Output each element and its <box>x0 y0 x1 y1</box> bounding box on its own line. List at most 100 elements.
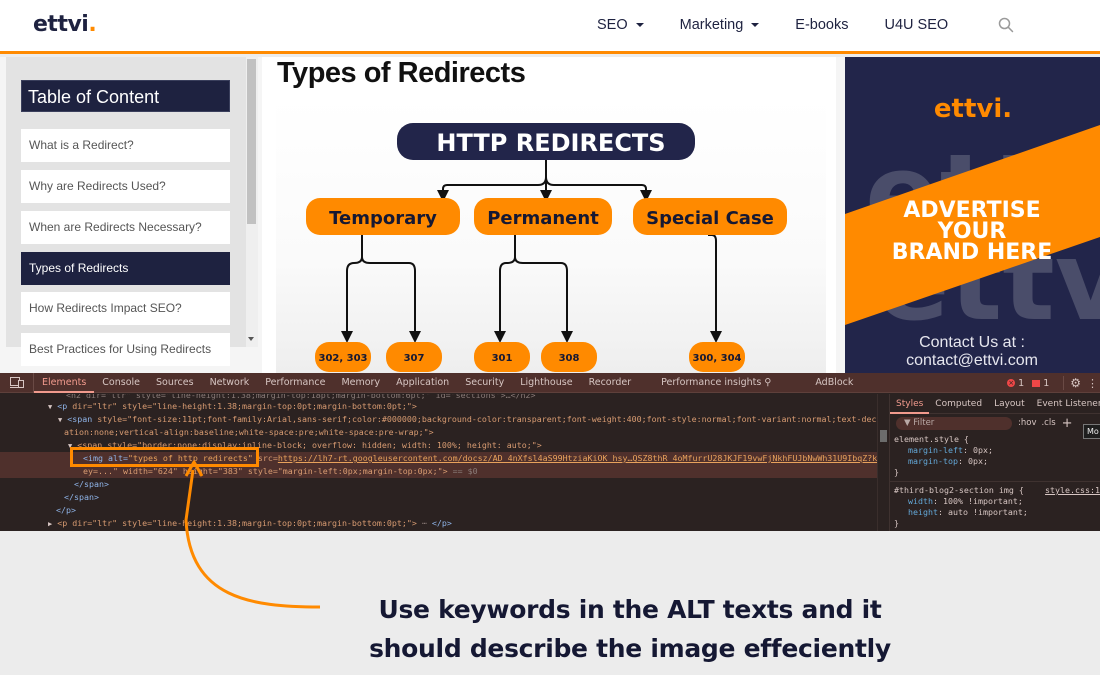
dom-tree-scrollbar[interactable] <box>877 394 888 531</box>
ad-headline: BRAND HERE <box>892 240 1052 265</box>
redirects-diagram-image: HTTP REDIRECTS Temporary Permanent Speci… <box>276 97 826 373</box>
toc-item-seo-impact[interactable]: How Redirects Impact SEO? <box>21 292 230 325</box>
selected-node-marker: == $0 <box>447 466 478 476</box>
nav-label: SEO <box>597 17 628 33</box>
logo-dot: . <box>88 12 97 37</box>
css-value[interactable]: 0px; <box>973 445 993 455</box>
nav-item-marketing[interactable]: Marketing <box>680 17 760 33</box>
expand-triangle-icon[interactable]: ▼ <box>48 403 52 411</box>
css-value[interactable]: 0px; <box>968 456 988 466</box>
error-icon: × <box>1007 379 1016 387</box>
more-options-icon[interactable]: ⋮ <box>1087 377 1098 390</box>
css-prop[interactable]: margin-left <box>894 445 963 455</box>
devtools-tab-console[interactable]: Console <box>94 373 148 393</box>
toc-item-why-redirects[interactable]: Why are Redirects Used? <box>21 170 230 203</box>
search-icon[interactable] <box>998 17 1014 33</box>
diagram-code-label: 307 <box>404 353 425 364</box>
rule-source-link[interactable]: style.css:1 <box>1045 485 1100 496</box>
issue-icon <box>1032 379 1041 387</box>
styles-tab-styles[interactable]: Styles <box>890 394 930 414</box>
tab-label: Performance insights <box>661 376 762 388</box>
tag-name: <span <box>67 414 93 424</box>
devtools-tab-memory[interactable]: Memory <box>333 373 388 393</box>
site-logo[interactable]: ettvi. <box>33 12 97 37</box>
style-rule-third-blog2: #third-blog2-section img { style.css:1 w… <box>890 485 1100 529</box>
ellipsis-icon[interactable]: ⋯ <box>422 518 427 528</box>
dom-close-span[interactable]: </span> <box>74 478 109 491</box>
toc-item-what-is-redirect[interactable]: What is a Redirect? <box>21 129 230 162</box>
issue-counter[interactable]: 1 <box>1032 378 1049 389</box>
ad-contact-email[interactable]: contact@ettvi.com <box>906 352 1038 369</box>
hov-toggle[interactable]: :hov <box>1018 418 1036 428</box>
scroll-down-arrow-icon[interactable] <box>248 337 254 341</box>
rule-close: } <box>894 467 899 477</box>
styles-tab-event-listeners[interactable]: Event Listeners <box>1031 394 1100 414</box>
style-rule-element: element.style { margin-left: 0px; margin… <box>890 434 1100 478</box>
devtools-tab-network[interactable]: Network <box>202 373 258 393</box>
css-prop[interactable]: width <box>894 496 933 506</box>
expand-triangle-icon[interactable]: ▼ <box>58 416 62 424</box>
devtools-tab-sources[interactable]: Sources <box>148 373 202 393</box>
devtools-tab-recorder[interactable]: Recorder <box>581 373 640 393</box>
dom-node-span[interactable]: ▼ <span style="font-size:11pt;font-famil… <box>58 413 877 426</box>
styles-filter-input[interactable]: ▼ Filter <box>896 416 1012 430</box>
styles-tab-layout[interactable]: Layout <box>988 394 1031 414</box>
tag-attrs: <p dir="ltr" style="line-height:1.38;mar… <box>57 518 417 528</box>
dom-node-p[interactable]: ▼ <p dir="ltr" style="line-height:1.38;m… <box>48 400 417 413</box>
ad-graphic: ettvi. ettvi. ettvi. ADVERTISE YOUR BRAN… <box>845 94 1100 369</box>
settings-gear-icon[interactable]: ⚙ <box>1070 376 1081 390</box>
cls-toggle[interactable]: .cls <box>1041 418 1055 428</box>
rule-close: } <box>894 518 899 528</box>
dom-scroll-thumb[interactable] <box>880 430 887 442</box>
site-header: ettvi. SEO Marketing E-books U4U SEO <box>0 0 1100 54</box>
device-toolbar-toggle[interactable] <box>0 372 34 393</box>
css-value[interactable]: 100% !important; <box>943 496 1023 506</box>
main-nav: SEO Marketing E-books U4U SEO <box>597 17 984 33</box>
css-prop[interactable]: margin-top <box>894 456 958 466</box>
devtools-tab-elements[interactable]: Elements <box>34 373 95 393</box>
diagram-code-label: 302, 303 <box>318 353 367 364</box>
dom-close-span[interactable]: </span> <box>64 491 99 504</box>
devtools-tab-adblock[interactable]: AdBlock <box>807 373 861 393</box>
styles-tab-computed[interactable]: Computed <box>929 394 988 414</box>
chevron-down-icon <box>635 23 644 27</box>
css-prop[interactable]: height <box>894 507 938 517</box>
toc-item-best-practices[interactable]: Best Practices for Using Redirects <box>21 333 230 366</box>
diagram-connectors <box>341 160 722 343</box>
devtools-tab-lighthouse[interactable]: Lighthouse <box>512 373 580 393</box>
css-value[interactable]: auto !important; <box>948 507 1028 517</box>
diagram-label-temporary: Temporary <box>329 208 437 229</box>
devtools-tab-performance-insights[interactable]: Performance insights ⚲ <box>653 373 779 393</box>
error-counter[interactable]: × 1 <box>1007 378 1024 389</box>
devtools-tab-security[interactable]: Security <box>457 373 512 393</box>
issue-count: 1 <box>1043 377 1050 389</box>
expand-triangle-icon[interactable]: ▶ <box>48 520 52 528</box>
rule-divider <box>890 481 1100 482</box>
dom-close-p[interactable]: </p> <box>56 504 76 517</box>
device-mode-icon <box>9 377 24 388</box>
diagram-root-label: HTTP REDIRECTS <box>436 129 665 157</box>
new-style-rule-icon[interactable]: + <box>1062 416 1073 431</box>
tooltip: Mo <box>1083 424 1100 439</box>
nav-item-ebooks[interactable]: E-books <box>795 17 848 33</box>
toc-scroll-thumb[interactable] <box>247 59 256 224</box>
table-of-contents: Table of Content What is a Redirect? Why… <box>6 57 246 366</box>
advertisement-banner[interactable]: ettvi. ettvi. ettvi. ADVERTISE YOUR BRAN… <box>845 57 1100 373</box>
caption-line: should describe the image effeciently <box>369 634 891 663</box>
tag-close: </p> <box>431 518 452 528</box>
dom-node-next-p[interactable]: ▶ <p dir="ltr" style="line-height:1.38;m… <box>48 517 452 530</box>
tag-attrs: dir="ltr" style="line-height:1.38;margin… <box>67 401 417 411</box>
toc-item-types-of-redirects[interactable]: Types of Redirects <box>21 252 230 285</box>
toc-item-when-necessary[interactable]: When are Redirects Necessary? <box>21 211 230 244</box>
img-attrs: ey=..." width="624" height="383" style="… <box>83 466 448 476</box>
nav-item-u4u-seo[interactable]: U4U SEO <box>885 17 949 33</box>
img-src-link[interactable]: https://lh7-rt.googleusercontent.com/doc… <box>278 453 877 463</box>
article: Types of Redirects HTTP REDIRECTS Tempor… <box>262 57 836 373</box>
devtools-tab-application[interactable]: Application <box>388 373 457 393</box>
toc-scrollbar[interactable] <box>246 57 258 347</box>
devtools-tab-performance[interactable]: Performance <box>257 373 333 393</box>
nav-item-seo[interactable]: SEO <box>597 17 644 33</box>
nav-label: Marketing <box>679 17 744 33</box>
tag-name: <p <box>57 401 68 411</box>
devtools-toolbar: Elements Console Sources Network Perform… <box>0 372 1100 393</box>
